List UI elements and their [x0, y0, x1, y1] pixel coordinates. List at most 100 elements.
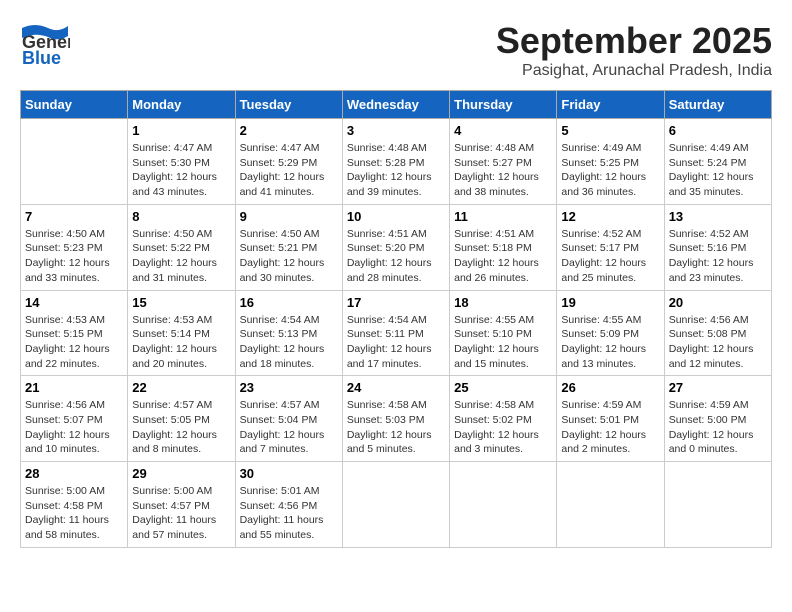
day-info: Sunrise: 4:58 AMSunset: 5:02 PMDaylight:…	[454, 398, 552, 457]
column-header-thursday: Thursday	[450, 91, 557, 119]
day-info: Sunrise: 4:52 AMSunset: 5:17 PMDaylight:…	[561, 227, 659, 286]
day-number: 15	[132, 295, 230, 310]
day-info: Sunrise: 5:00 AMSunset: 4:57 PMDaylight:…	[132, 484, 230, 543]
day-number: 17	[347, 295, 445, 310]
day-info: Sunrise: 4:50 AMSunset: 5:21 PMDaylight:…	[240, 227, 338, 286]
day-number: 5	[561, 123, 659, 138]
day-number: 10	[347, 209, 445, 224]
calendar-cell: 14Sunrise: 4:53 AMSunset: 5:15 PMDayligh…	[21, 290, 128, 376]
day-info: Sunrise: 5:01 AMSunset: 4:56 PMDaylight:…	[240, 484, 338, 543]
day-number: 12	[561, 209, 659, 224]
day-number: 13	[669, 209, 767, 224]
day-info: Sunrise: 4:58 AMSunset: 5:03 PMDaylight:…	[347, 398, 445, 457]
day-number: 20	[669, 295, 767, 310]
day-number: 25	[454, 380, 552, 395]
day-info: Sunrise: 5:00 AMSunset: 4:58 PMDaylight:…	[25, 484, 123, 543]
calendar-cell: 13 Sunrise: 4:52 AMSunset: 5:16 PMDayligh…	[664, 204, 771, 290]
day-info: Sunrise: 4:59 AMSunset: 5:01 PMDaylight:…	[561, 398, 659, 457]
day-number: 8	[132, 209, 230, 224]
calendar-cell: 9 Sunrise: 4:50 AMSunset: 5:21 PMDaylight…	[235, 204, 342, 290]
calendar-cell: 5 Sunrise: 4:49 AMSunset: 5:25 PMDaylight…	[557, 119, 664, 205]
day-info: Sunrise: 4:48 AMSunset: 5:28 PMDaylight:…	[347, 141, 445, 200]
calendar-cell: 15Sunrise: 4:53 AMSunset: 5:14 PMDayligh…	[128, 290, 235, 376]
page-header: General Blue September 2025 Pasighat, Ar…	[20, 20, 772, 80]
calendar-cell: 3Sunrise: 4:48 AMSunset: 5:28 PMDaylight…	[342, 119, 449, 205]
calendar-cell: 10 Sunrise: 4:51 AMSunset: 5:20 PMDayligh…	[342, 204, 449, 290]
week-row-3: 14Sunrise: 4:53 AMSunset: 5:15 PMDayligh…	[21, 290, 772, 376]
location: Pasighat, Arunachal Pradesh, India	[496, 62, 772, 80]
day-info: Sunrise: 4:57 AMSunset: 5:05 PMDaylight:…	[132, 398, 230, 457]
calendar-cell: 26 Sunrise: 4:59 AMSunset: 5:01 PMDayligh…	[557, 376, 664, 462]
calendar-cell	[21, 119, 128, 205]
day-number: 23	[240, 380, 338, 395]
day-info: Sunrise: 4:54 AMSunset: 5:11 PMDaylight:…	[347, 313, 445, 372]
calendar-cell: 29 Sunrise: 5:00 AMSunset: 4:57 PMDayligh…	[128, 462, 235, 548]
day-info: Sunrise: 4:56 AMSunset: 5:07 PMDaylight:…	[25, 398, 123, 457]
column-header-tuesday: Tuesday	[235, 91, 342, 119]
calendar-cell	[450, 462, 557, 548]
week-row-5: 28 Sunrise: 5:00 AMSunset: 4:58 PMDayligh…	[21, 462, 772, 548]
day-number: 1	[132, 123, 230, 138]
title-block: September 2025 Pasighat, Arunachal Prade…	[496, 20, 772, 80]
day-info: Sunrise: 4:53 AMSunset: 5:15 PMDaylight:…	[25, 313, 123, 372]
day-info: Sunrise: 4:50 AMSunset: 5:22 PMDaylight:…	[132, 227, 230, 286]
day-number: 21	[25, 380, 123, 395]
day-info: Sunrise: 4:49 AMSunset: 5:25 PMDaylight:…	[561, 141, 659, 200]
month-title: September 2025	[496, 20, 772, 62]
day-number: 19	[561, 295, 659, 310]
day-number: 16	[240, 295, 338, 310]
calendar-cell: 21 Sunrise: 4:56 AMSunset: 5:07 PMDayligh…	[21, 376, 128, 462]
day-number: 22	[132, 380, 230, 395]
day-number: 28	[25, 466, 123, 481]
day-number: 7	[25, 209, 123, 224]
day-number: 24	[347, 380, 445, 395]
day-info: Sunrise: 4:50 AMSunset: 5:23 PMDaylight:…	[25, 227, 123, 286]
calendar-cell: 7 Sunrise: 4:50 AMSunset: 5:23 PMDaylight…	[21, 204, 128, 290]
calendar-cell: 28 Sunrise: 5:00 AMSunset: 4:58 PMDayligh…	[21, 462, 128, 548]
calendar-cell: 20 Sunrise: 4:56 AMSunset: 5:08 PMDayligh…	[664, 290, 771, 376]
calendar-cell: 23 Sunrise: 4:57 AMSunset: 5:04 PMDayligh…	[235, 376, 342, 462]
calendar-cell: 25 Sunrise: 4:58 AMSunset: 5:02 PMDayligh…	[450, 376, 557, 462]
day-number: 26	[561, 380, 659, 395]
day-info: Sunrise: 4:59 AMSunset: 5:00 PMDaylight:…	[669, 398, 767, 457]
day-number: 9	[240, 209, 338, 224]
calendar-cell: 12 Sunrise: 4:52 AMSunset: 5:17 PMDayligh…	[557, 204, 664, 290]
day-info: Sunrise: 4:52 AMSunset: 5:16 PMDaylight:…	[669, 227, 767, 286]
calendar-table: SundayMondayTuesdayWednesdayThursdayFrid…	[20, 90, 772, 548]
calendar-cell: 17 Sunrise: 4:54 AMSunset: 5:11 PMDayligh…	[342, 290, 449, 376]
day-info: Sunrise: 4:51 AMSunset: 5:18 PMDaylight:…	[454, 227, 552, 286]
svg-text:Blue: Blue	[22, 48, 61, 68]
calendar-cell: 30 Sunrise: 5:01 AMSunset: 4:56 PMDayligh…	[235, 462, 342, 548]
column-header-sunday: Sunday	[21, 91, 128, 119]
day-info: Sunrise: 4:55 AMSunset: 5:09 PMDaylight:…	[561, 313, 659, 372]
calendar-cell: 8 Sunrise: 4:50 AMSunset: 5:22 PMDaylight…	[128, 204, 235, 290]
day-info: Sunrise: 4:54 AMSunset: 5:13 PMDaylight:…	[240, 313, 338, 372]
day-info: Sunrise: 4:49 AMSunset: 5:24 PMDaylight:…	[669, 141, 767, 200]
calendar-cell	[664, 462, 771, 548]
calendar-cell: 18Sunrise: 4:55 AMSunset: 5:10 PMDayligh…	[450, 290, 557, 376]
calendar-cell: 6 Sunrise: 4:49 AMSunset: 5:24 PMDaylight…	[664, 119, 771, 205]
column-header-friday: Friday	[557, 91, 664, 119]
calendar-cell: 4Sunrise: 4:48 AMSunset: 5:27 PMDaylight…	[450, 119, 557, 205]
column-header-saturday: Saturday	[664, 91, 771, 119]
day-info: Sunrise: 4:48 AMSunset: 5:27 PMDaylight:…	[454, 141, 552, 200]
day-info: Sunrise: 4:47 AMSunset: 5:30 PMDaylight:…	[132, 141, 230, 200]
day-number: 11	[454, 209, 552, 224]
calendar-cell: 24 Sunrise: 4:58 AMSunset: 5:03 PMDayligh…	[342, 376, 449, 462]
calendar-cell: 27Sunrise: 4:59 AMSunset: 5:00 PMDayligh…	[664, 376, 771, 462]
calendar-cell: 2 Sunrise: 4:47 AMSunset: 5:29 PMDaylight…	[235, 119, 342, 205]
calendar-cell: 1 Sunrise: 4:47 AMSunset: 5:30 PMDaylight…	[128, 119, 235, 205]
calendar-cell: 22 Sunrise: 4:57 AMSunset: 5:05 PMDayligh…	[128, 376, 235, 462]
day-info: Sunrise: 4:51 AMSunset: 5:20 PMDaylight:…	[347, 227, 445, 286]
day-info: Sunrise: 4:47 AMSunset: 5:29 PMDaylight:…	[240, 141, 338, 200]
day-number: 18	[454, 295, 552, 310]
column-header-wednesday: Wednesday	[342, 91, 449, 119]
calendar-cell: 11 Sunrise: 4:51 AMSunset: 5:18 PMDayligh…	[450, 204, 557, 290]
day-number: 29	[132, 466, 230, 481]
day-info: Sunrise: 4:57 AMSunset: 5:04 PMDaylight:…	[240, 398, 338, 457]
day-number: 30	[240, 466, 338, 481]
day-number: 2	[240, 123, 338, 138]
logo: General Blue	[20, 20, 72, 70]
day-number: 6	[669, 123, 767, 138]
day-info: Sunrise: 4:56 AMSunset: 5:08 PMDaylight:…	[669, 313, 767, 372]
